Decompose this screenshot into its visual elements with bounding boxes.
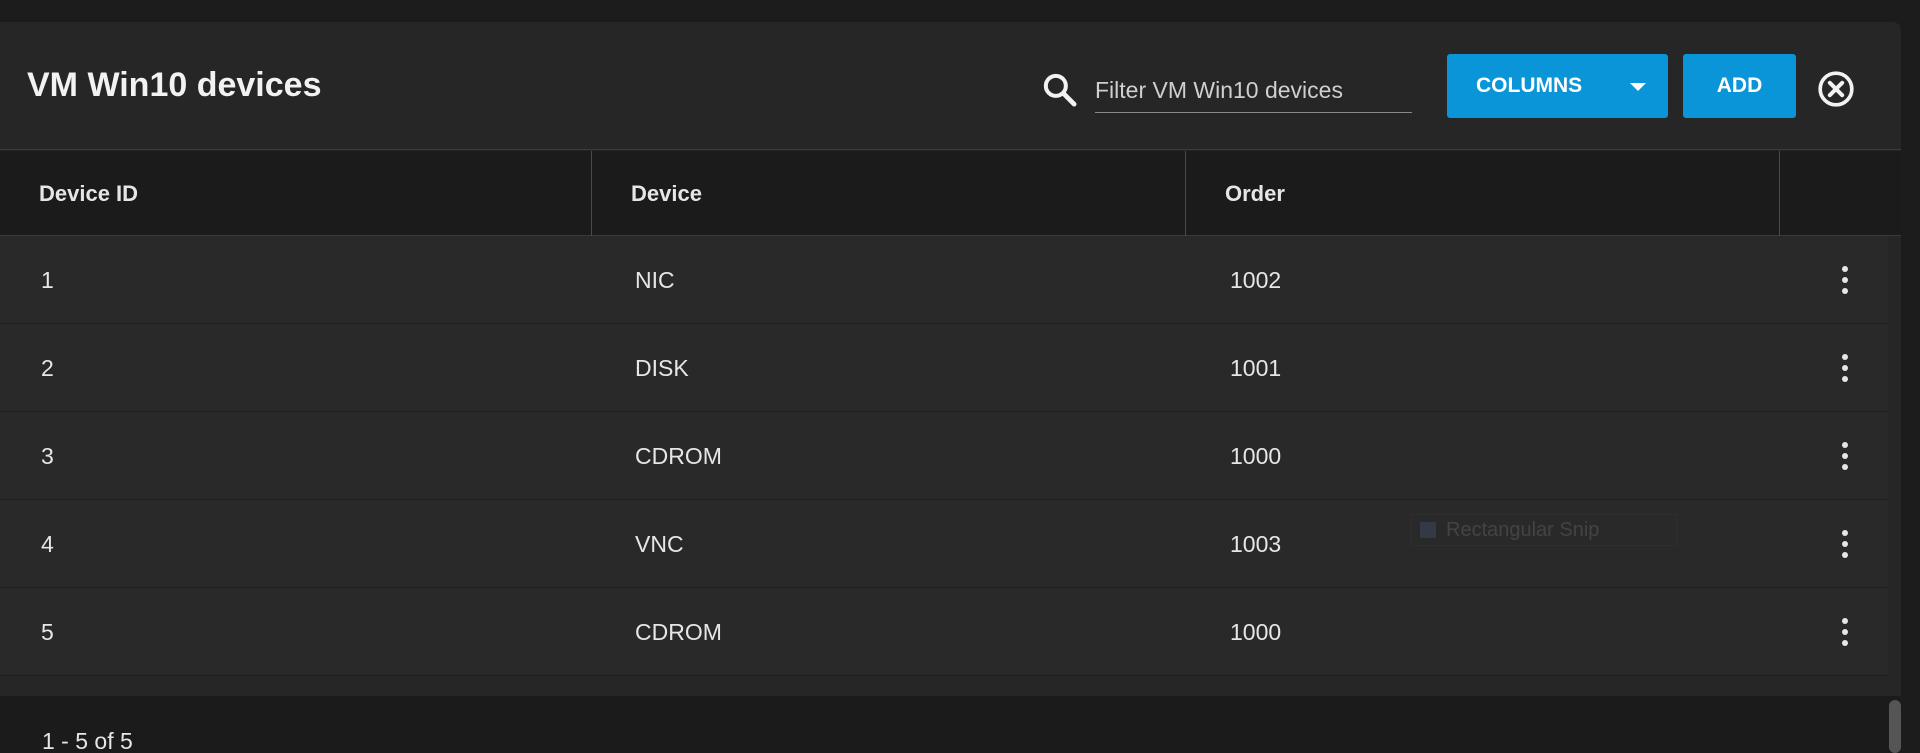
cell-order: 1003 <box>1230 530 1282 557</box>
add-button-label: ADD <box>1716 74 1763 97</box>
table-footer: 1 - 5 of 5 <box>0 696 1901 753</box>
cell-device-id: 2 <box>41 354 54 381</box>
table-header: Device ID Device Order <box>0 151 1901 236</box>
cell-device: NIC <box>635 266 675 293</box>
table-row[interactable]: 1 NIC 1002 <box>0 236 1888 324</box>
cell-device-id: 3 <box>41 442 54 469</box>
cell-device-id: 1 <box>41 266 54 293</box>
page-title: VM Win10 devices <box>27 66 322 104</box>
more-vert-icon[interactable] <box>1830 612 1860 652</box>
table-row[interactable]: 5 CDROM 1000 <box>0 588 1888 676</box>
table-body: 1 NIC 1002 2 DISK 1001 3 CDROM 1000 4 VN… <box>0 236 1888 676</box>
cell-device-id: 4 <box>41 530 54 557</box>
cell-device: VNC <box>635 530 684 557</box>
vertical-scrollbar[interactable] <box>1889 700 1901 753</box>
table-row[interactable]: 2 DISK 1001 <box>0 324 1888 412</box>
snip-tool-ghost: Rectangular Snip <box>1411 514 1677 546</box>
caret-down-icon <box>1630 83 1646 91</box>
cell-device: DISK <box>635 354 689 381</box>
panel-header: VM Win10 devices COLUMNS ADD <box>0 22 1901 150</box>
devices-panel: VM Win10 devices COLUMNS ADD Device ID D… <box>0 22 1901 753</box>
more-vert-icon[interactable] <box>1830 524 1860 564</box>
snip-label: Rectangular Snip <box>1446 518 1600 541</box>
add-button[interactable]: ADD <box>1683 54 1796 118</box>
column-header-device[interactable]: Device <box>592 151 1186 236</box>
cell-device: CDROM <box>635 442 722 469</box>
column-header-actions <box>1780 151 1901 236</box>
cell-device-id: 5 <box>41 618 54 645</box>
cell-order: 1000 <box>1230 442 1282 469</box>
search-icon <box>1043 73 1077 107</box>
snip-icon <box>1420 522 1436 538</box>
cell-order: 1001 <box>1230 354 1282 381</box>
columns-button[interactable]: COLUMNS <box>1447 54 1668 118</box>
more-vert-icon[interactable] <box>1830 348 1860 388</box>
pagination-range: 1 - 5 of 5 <box>42 728 133 753</box>
cell-order: 1002 <box>1230 266 1282 293</box>
columns-button-label: COLUMNS <box>1476 74 1583 97</box>
column-header-order[interactable]: Order <box>1186 151 1780 236</box>
cell-device: CDROM <box>635 618 722 645</box>
more-vert-icon[interactable] <box>1830 260 1860 300</box>
close-icon[interactable] <box>1816 69 1856 109</box>
table-row[interactable]: 3 CDROM 1000 <box>0 412 1888 500</box>
filter-input[interactable] <box>1095 68 1412 113</box>
column-header-device-id[interactable]: Device ID <box>0 151 592 236</box>
cell-order: 1000 <box>1230 618 1282 645</box>
more-vert-icon[interactable] <box>1830 436 1860 476</box>
